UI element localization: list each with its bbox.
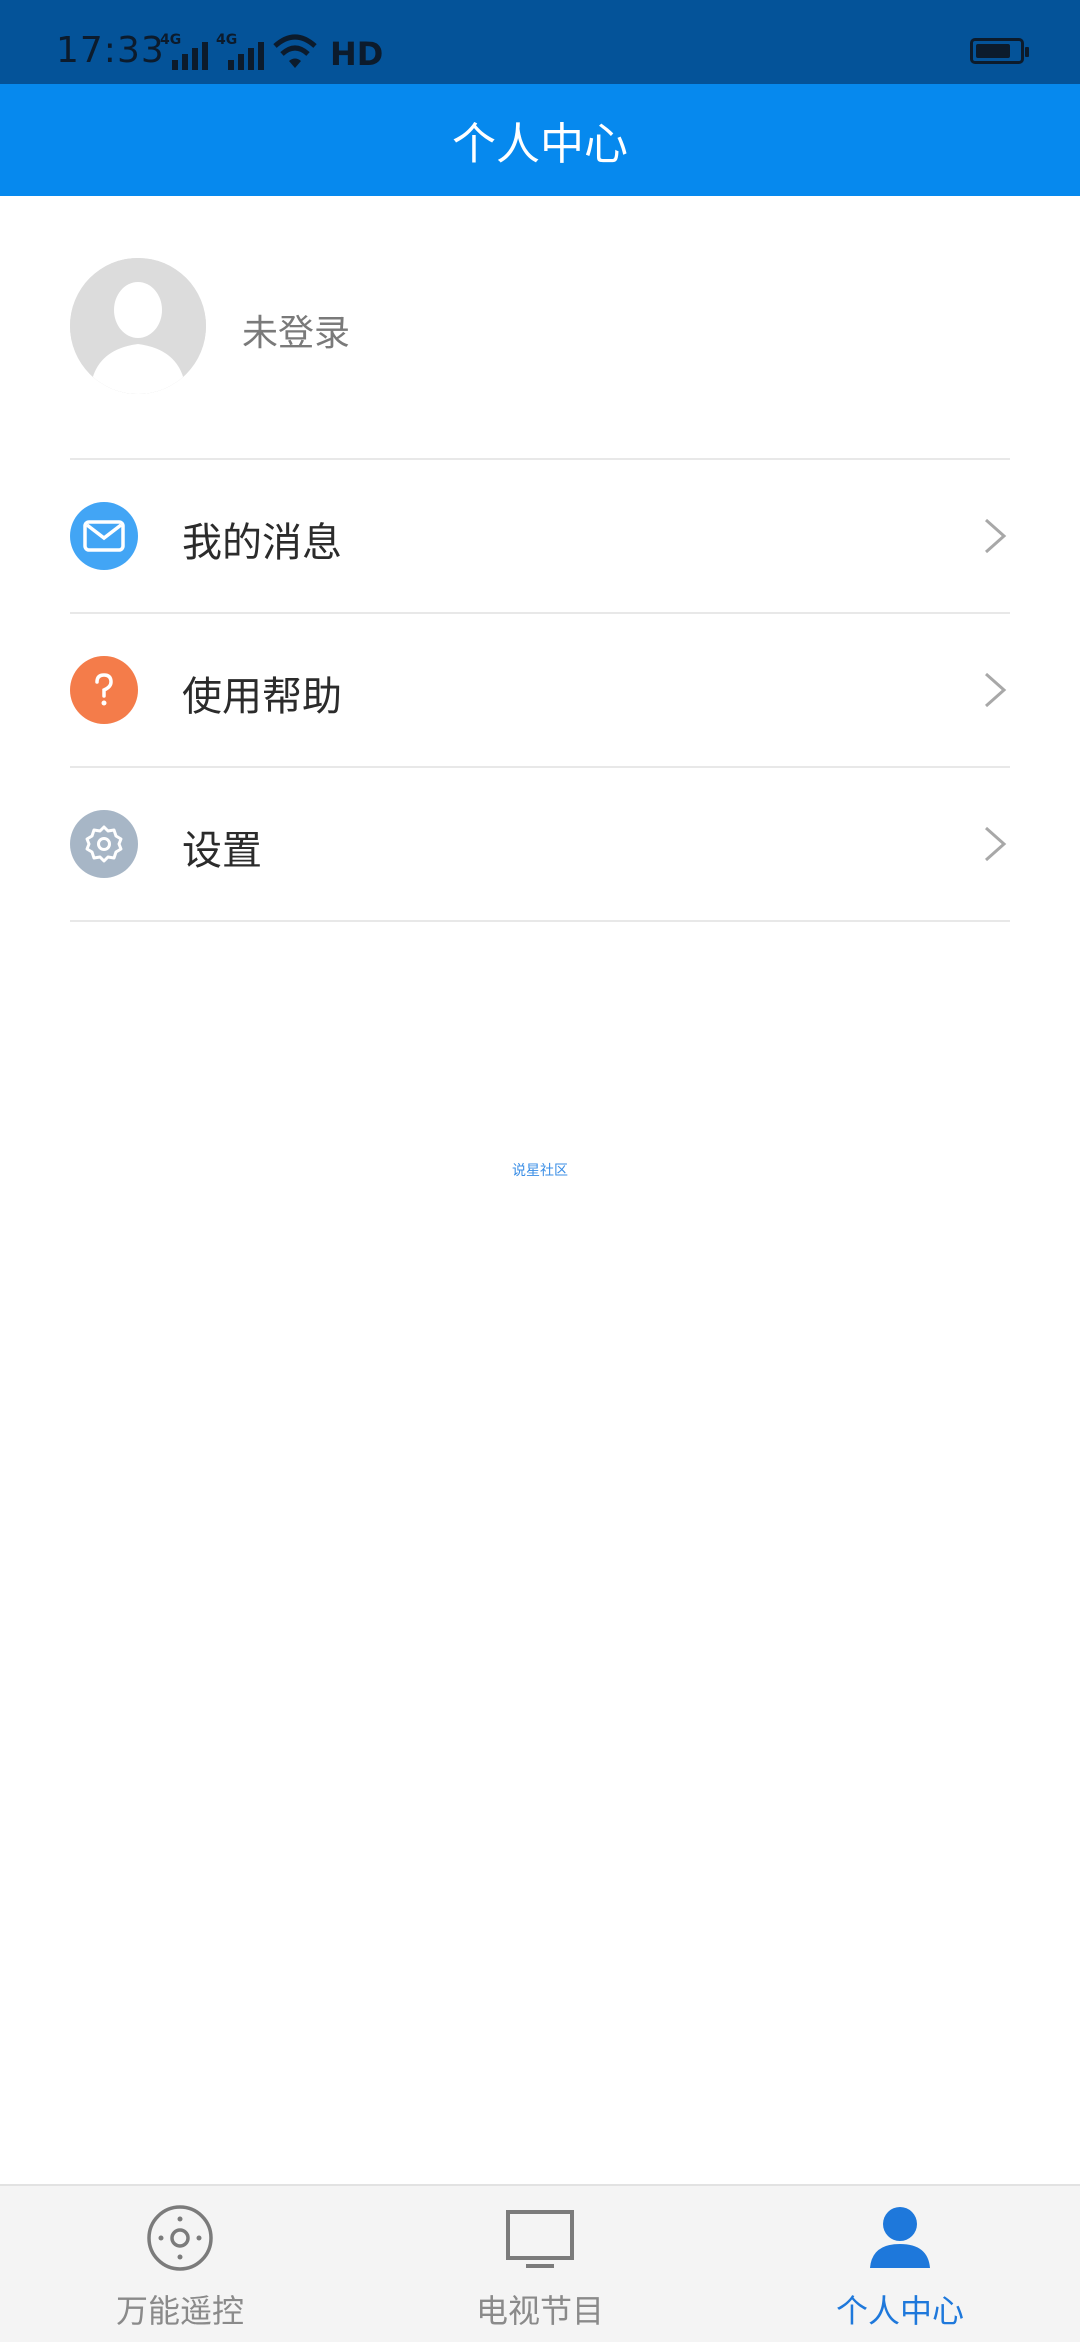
page-title: 个人中心 — [452, 119, 628, 170]
wifi-icon — [273, 34, 317, 68]
mail-icon — [70, 502, 138, 570]
user-icon — [870, 2207, 930, 2268]
help-icon — [70, 656, 138, 724]
menu-item-settings[interactable]: 设置 — [70, 768, 1010, 920]
nav-label: 电视节目 — [475, 2292, 604, 2330]
nav-item-profile[interactable]: 个人中心 — [720, 2186, 1080, 2342]
status-bar: 17:33 4G 4G HD — [0, 0, 1080, 84]
signal-icon-2: 4G — [216, 32, 264, 70]
battery-icon — [970, 38, 1029, 64]
chevron-right-icon — [985, 826, 1007, 862]
nav-item-remote[interactable]: 万能遥控 — [0, 2186, 360, 2342]
nav-item-tv[interactable]: 电视节目 — [360, 2186, 720, 2342]
signal-icon: 4G — [160, 32, 208, 70]
profile-row[interactable]: 未登录 — [70, 258, 1010, 398]
menu-item-label: 设置 — [182, 828, 262, 874]
brand-text: 说星社区 — [512, 1163, 568, 1179]
chevron-right-icon — [985, 518, 1007, 554]
title-bar: 个人中心 — [0, 84, 1080, 196]
hd-indicator: HD — [330, 35, 384, 73]
avatar-placeholder-icon — [70, 258, 206, 394]
gear-icon — [70, 810, 138, 878]
tv-icon — [506, 2210, 574, 2268]
remote-icon — [147, 2205, 213, 2271]
menu-item-label: 使用帮助 — [182, 674, 342, 720]
divider — [70, 920, 1010, 922]
menu-item-label: 我的消息 — [182, 520, 342, 566]
status-time: 17:33 — [56, 30, 165, 71]
bottom-nav: 万能遥控 电视节目 个人中心 — [0, 2184, 1080, 2342]
login-status[interactable]: 未登录 — [242, 304, 350, 356]
nav-label: 万能遥控 — [115, 2292, 244, 2330]
menu-item-help[interactable]: 使用帮助 — [70, 614, 1010, 766]
nav-label: 个人中心 — [835, 2292, 964, 2330]
menu-item-messages[interactable]: 我的消息 — [70, 460, 1010, 612]
avatar[interactable] — [70, 258, 206, 394]
status-icons: 4G 4G HD — [160, 32, 384, 73]
chevron-right-icon — [985, 672, 1007, 708]
